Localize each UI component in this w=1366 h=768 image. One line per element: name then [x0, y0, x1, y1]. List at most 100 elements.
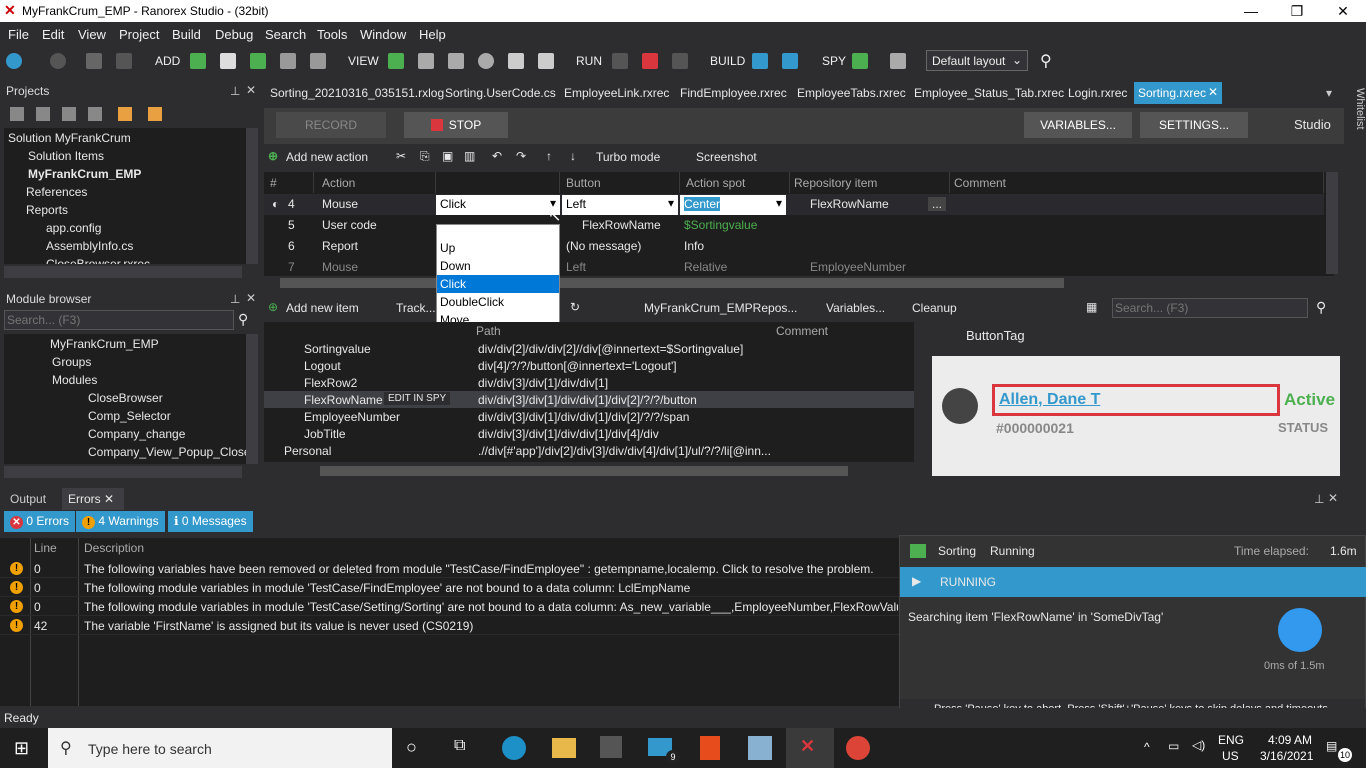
store-icon[interactable]: [600, 736, 622, 758]
tree-item[interactable]: Solution Items: [8, 149, 104, 163]
minimize-icon[interactable]: —: [1228, 0, 1274, 22]
debug-bug-icon[interactable]: [672, 53, 688, 69]
tree-item[interactable]: Company_View_Popup_Close: [68, 445, 251, 459]
chevron-up-icon[interactable]: ^: [1144, 740, 1150, 754]
whitelist-side-tab[interactable]: Whitelist: [1346, 80, 1366, 140]
tree-item[interactable]: Reports: [26, 203, 68, 217]
lang-2[interactable]: US: [1222, 749, 1239, 763]
repo-row[interactable]: JobTitle div/div[3]/div[1]/div/div[1]/div…: [264, 425, 914, 442]
tree-item[interactable]: AssemblyInfo.cs: [46, 239, 133, 253]
grid-scrollbar[interactable]: [1326, 172, 1338, 274]
tree-item[interactable]: Modules: [34, 373, 97, 387]
tree-item[interactable]: Company_change: [68, 427, 185, 441]
repo-row[interactable]: Sortingvalue div/div[2]/div/div[2]//div[@…: [264, 340, 914, 357]
menu-search[interactable]: Search: [265, 27, 306, 42]
tab-employee-status[interactable]: Employee_Status_Tab.rxrec: [910, 82, 1068, 104]
track-button[interactable]: Track...: [396, 301, 436, 315]
add-folder-icon[interactable]: [190, 53, 206, 69]
tree-item[interactable]: app.config: [46, 221, 101, 235]
sync-icon[interactable]: [88, 107, 102, 121]
close-tab-icon[interactable]: ✕: [104, 492, 114, 506]
collapse-icon[interactable]: [10, 107, 24, 121]
record-button[interactable]: RECORD: [276, 112, 386, 138]
settings-gear-icon[interactable]: [538, 53, 554, 69]
chrome-icon[interactable]: [846, 736, 870, 760]
properties-icon[interactable]: [36, 107, 50, 121]
module-search-input[interactable]: [4, 310, 234, 330]
repo-row[interactable]: FlexRowName EDIT IN SPY div/div[3]/div[1]/…: [264, 391, 914, 408]
taskbar-search[interactable]: ⚲ Type here to search: [48, 728, 392, 768]
build-label[interactable]: BUILD: [710, 54, 745, 68]
windows-start-icon[interactable]: ⊞: [14, 738, 29, 759]
messages-badge[interactable]: ℹ 0 Messages: [168, 511, 253, 532]
tab-employeelink[interactable]: EmployeeLink.rxrec: [560, 82, 673, 104]
tab-sorting[interactable]: Sorting.rxrec ✕: [1134, 82, 1222, 104]
variables-link[interactable]: Variables...: [826, 301, 885, 315]
cleanup-button[interactable]: Cleanup: [912, 301, 957, 315]
studio-label[interactable]: Studio: [1294, 117, 1331, 132]
repository-select[interactable]: MyFrankCrum_EMPRepos...: [644, 301, 797, 315]
view-network-icon[interactable]: [478, 53, 494, 69]
cut-icon[interactable]: ✂: [396, 149, 406, 163]
settings-button[interactable]: SETTINGS...: [1140, 112, 1248, 138]
search-icon[interactable]: ⚲: [238, 311, 248, 328]
repo-row[interactable]: Personal .//div[#'app']/div[2]/div[3]/div…: [264, 442, 914, 459]
view-table-icon[interactable]: [448, 53, 464, 69]
pin-icon[interactable]: ⊥: [230, 292, 240, 306]
cortana-icon[interactable]: ○: [406, 737, 417, 758]
tree-item[interactable]: CloseBrowser.rxrec: [46, 257, 150, 264]
tree-item[interactable]: Comp_Selector: [68, 409, 171, 423]
tree-item[interactable]: CloseBrowser: [68, 391, 163, 405]
tree-item[interactable]: MyFrankCrum_EMP: [14, 337, 159, 351]
paste-icon[interactable]: ▣: [442, 149, 453, 163]
edge-icon[interactable]: [502, 736, 526, 760]
table-row[interactable]: ◐ 4 Mouse Click ▾ Left ▾ Center ▾ FlexRowNa…: [264, 194, 1324, 215]
build-icon[interactable]: [752, 53, 768, 69]
build-all-icon[interactable]: [782, 53, 798, 69]
close-icon[interactable]: ✕: [1320, 0, 1366, 22]
table-row[interactable]: 6 Report (No message) Info: [264, 236, 1324, 257]
pin-icon[interactable]: ⊥: [1314, 492, 1324, 506]
add-recording-icon[interactable]: [220, 53, 236, 69]
close-panel-icon[interactable]: ✕: [1328, 491, 1338, 505]
refresh-icon[interactable]: ↻: [570, 300, 580, 314]
menu-project[interactable]: Project: [119, 27, 159, 42]
tree-item[interactable]: Solution MyFrankCrum: [8, 131, 131, 145]
dropdown-option-down[interactable]: Down: [437, 257, 559, 275]
add-file-icon[interactable]: [310, 53, 326, 69]
task-view-icon[interactable]: ⧉: [454, 737, 465, 755]
tree-item[interactable]: MyFrankCrum_EMP: [8, 167, 141, 181]
view-image-icon[interactable]: [418, 53, 434, 69]
notepad-icon[interactable]: [748, 736, 772, 760]
save-icon[interactable]: [86, 53, 102, 69]
row-repo[interactable]: FlexRowName: [810, 197, 889, 211]
clock-time[interactable]: 4:09 AM: [1268, 733, 1312, 747]
errors-badge[interactable]: ✕ 0 Errors: [4, 511, 76, 532]
tab-sorting-usercode[interactable]: Sorting.UserCode.cs: [441, 82, 560, 104]
shield-icon[interactable]: [508, 53, 524, 69]
stop-icon[interactable]: [642, 53, 658, 69]
ranorex-taskbar-item[interactable]: ✕: [786, 728, 834, 768]
add-project-icon[interactable]: [118, 107, 132, 121]
add-label[interactable]: ADD: [155, 54, 180, 68]
output-tab[interactable]: Output: [10, 492, 46, 506]
refresh-icon[interactable]: [62, 107, 76, 121]
close-tab-icon[interactable]: ✕: [1208, 85, 1218, 99]
tab-sorting-log[interactable]: Sorting_20210316_035151.rxlog: [266, 82, 448, 104]
tab-login[interactable]: Login.rxrec: [1064, 82, 1131, 104]
restore-icon[interactable]: ❐: [1274, 0, 1320, 22]
add-module-icon[interactable]: [280, 53, 296, 69]
add-action-button[interactable]: Add new action: [286, 150, 368, 164]
tab-employeetabs[interactable]: EmployeeTabs.rxrec: [793, 82, 910, 104]
repo-row[interactable]: Logout div[4]/?/?/button[@innertext='Logo…: [264, 357, 914, 374]
close-panel-icon[interactable]: ✕: [246, 291, 256, 305]
close-panel-icon[interactable]: ✕: [246, 83, 256, 97]
grid-hscrollbar[interactable]: [280, 278, 1064, 288]
copy-icon[interactable]: ⎘: [420, 149, 430, 164]
tab-menu-icon[interactable]: ▾: [1326, 86, 1332, 100]
error-row[interactable]: ! 0 The following variables have been remo…: [0, 559, 900, 578]
play-icon[interactable]: [612, 53, 628, 69]
table-row[interactable]: 7 Mouse Left Relative EmployeeNumber: [264, 257, 1324, 278]
tree-item[interactable]: References: [26, 185, 87, 199]
edit-in-spy-button[interactable]: EDIT IN SPY: [384, 392, 451, 405]
